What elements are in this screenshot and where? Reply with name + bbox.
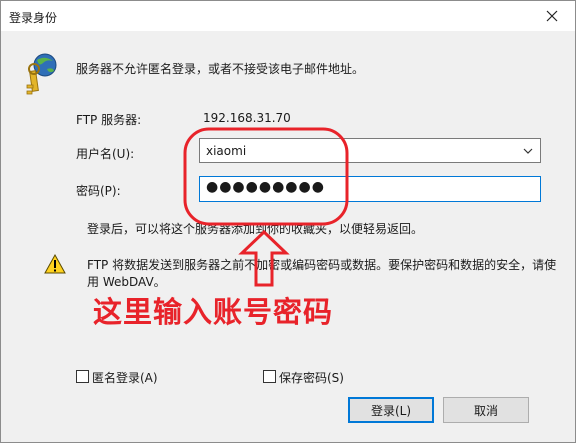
cancel-button[interactable]: 取消 [443, 397, 529, 423]
annotation-arrow [238, 229, 290, 287]
anonymous-login-checkbox[interactable] [76, 370, 89, 383]
save-password-label[interactable]: 保存密码(S) [279, 369, 344, 386]
anonymous-login-label[interactable]: 匿名登录(A) [92, 369, 158, 386]
login-button[interactable]: 登录(L) [348, 397, 434, 423]
annotation-text: 这里输入账号密码 [93, 295, 334, 329]
annotation-highlight-box [183, 127, 349, 226]
save-password-checkbox[interactable] [263, 370, 276, 383]
login-dialog: 登录身份 服务器不允许匿名登录，或者不接受该电子邮件地址。 FTP 服务器: 1… [0, 0, 576, 443]
